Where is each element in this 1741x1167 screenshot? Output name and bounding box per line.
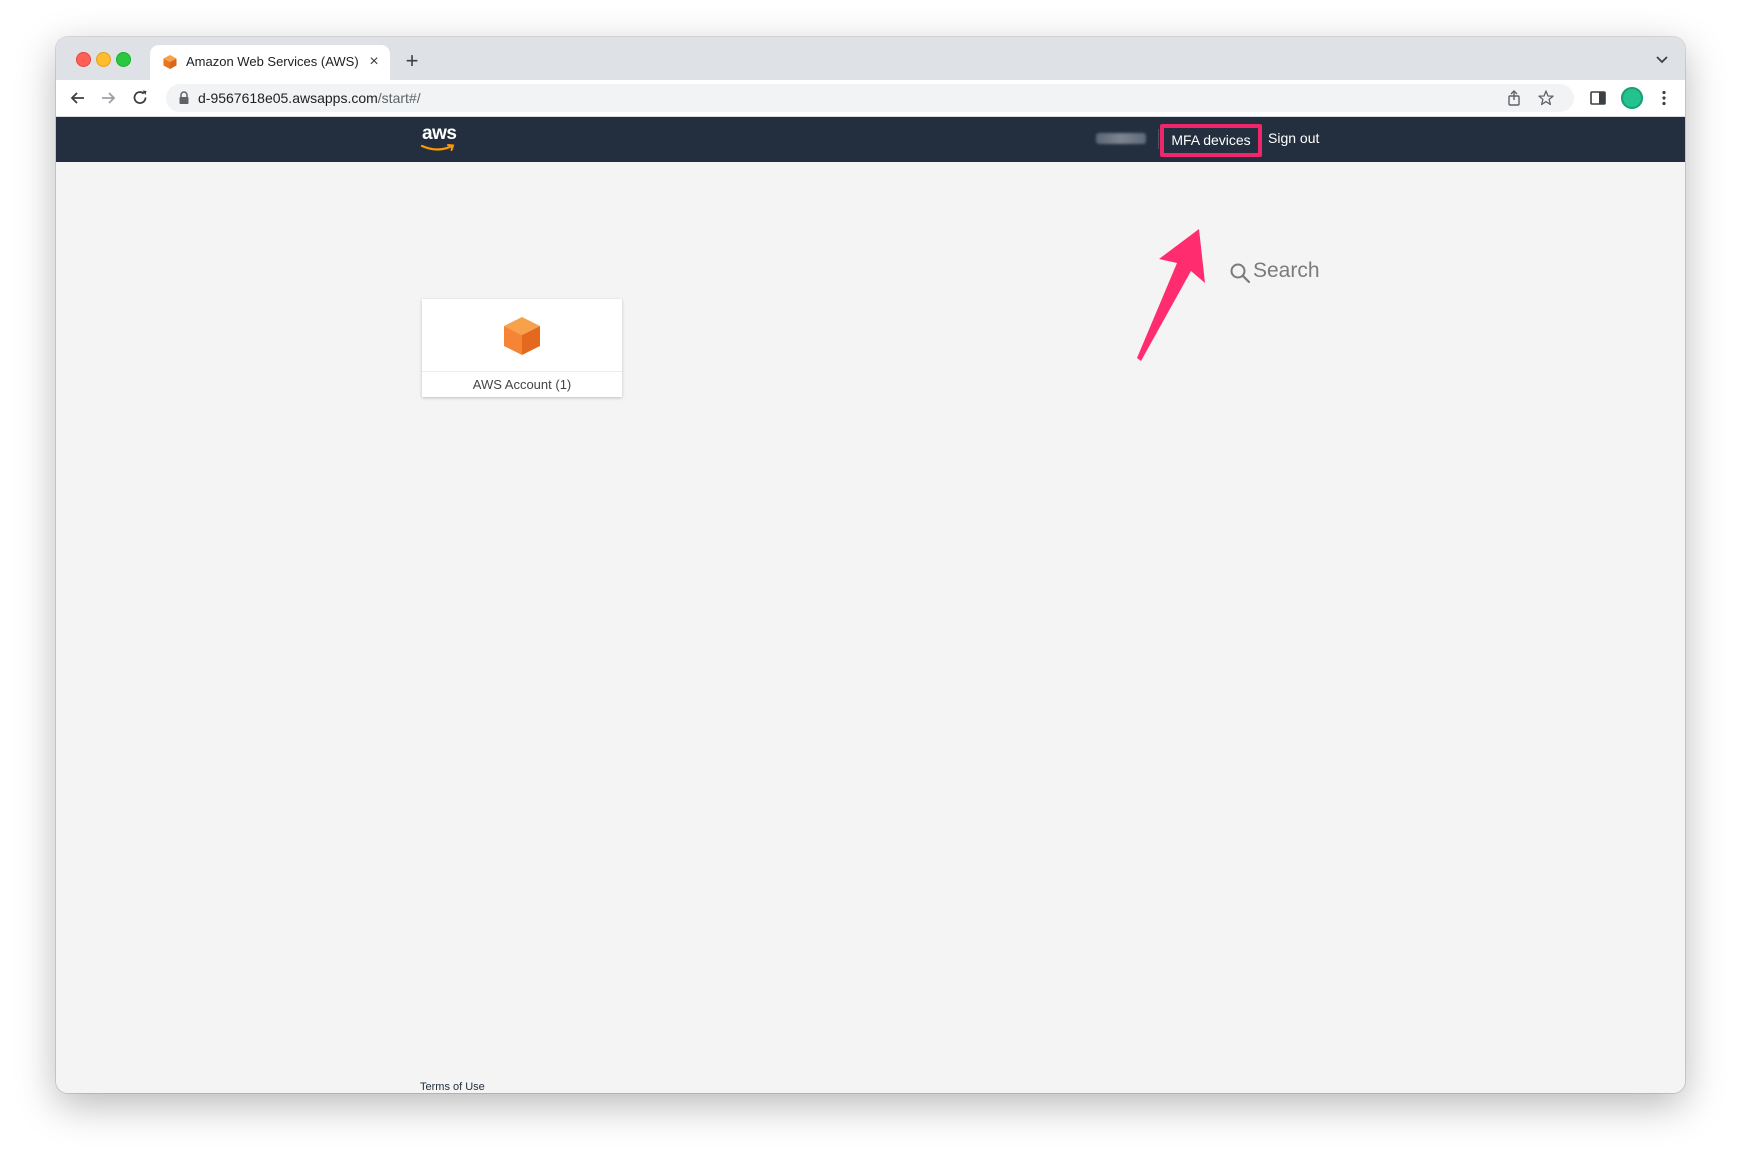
profile-avatar[interactable] [1621,87,1643,109]
close-window-button[interactable] [76,52,91,67]
search-icon [1230,263,1251,284]
url-path: /start#/ [377,90,421,106]
aws-account-cube-icon [504,317,540,355]
share-icon[interactable] [1505,89,1523,107]
aws-cube-favicon-icon [163,55,177,69]
search-label: Search [1253,259,1320,282]
tab-strip: Amazon Web Services (AWS) × + [56,37,1685,80]
more-vertical-icon[interactable] [1654,88,1674,108]
url-text: d-9567618e05.awsapps.com/start#/ [198,90,421,106]
redacted-username [1096,133,1146,144]
chevron-down-icon[interactable] [1653,51,1671,69]
header-divider [1158,129,1159,149]
aws-access-portal: aws MFA devices Sign out Search AWS Acco… [56,117,1685,1093]
address-bar[interactable]: d-9567618e05.awsapps.com/start#/ [166,84,1574,112]
bookmark-star-icon[interactable] [1537,89,1555,107]
back-arrow-icon[interactable] [68,88,88,108]
reload-icon[interactable] [130,88,150,108]
browser-window: Amazon Web Services (AWS) × + d-9567618e… [56,37,1685,1093]
forward-arrow-icon[interactable] [98,88,118,108]
search-box[interactable]: Search [1229,257,1349,287]
mfa-devices-link[interactable]: MFA devices [1160,124,1262,157]
zoom-window-button[interactable] [116,52,131,67]
url-host: d-9567618e05.awsapps.com [198,90,378,106]
tile-divider [422,371,622,372]
terms-of-use-link[interactable]: Terms of Use [420,1081,485,1093]
aws-smile-icon [420,144,455,151]
app-tile-aws-account[interactable]: AWS Account (1) [422,299,622,397]
new-tab-icon[interactable]: + [400,49,424,73]
annotation-arrow-icon [1137,229,1205,361]
tab-title: Amazon Web Services (AWS) [186,54,359,69]
aws-header: aws MFA devices Sign out [56,117,1685,162]
side-panel-icon[interactable] [1588,88,1608,108]
aws-logo[interactable]: aws [420,123,460,153]
minimize-window-button[interactable] [96,52,111,67]
browser-toolbar: d-9567618e05.awsapps.com/start#/ [56,80,1685,117]
tab-aws[interactable]: Amazon Web Services (AWS) × [150,45,390,80]
lock-icon [179,91,189,104]
sign-out-link[interactable]: Sign out [1268,130,1319,146]
app-tile-label: AWS Account (1) [472,377,572,392]
aws-logo-text: aws [422,123,457,144]
close-tab-icon[interactable]: × [364,52,384,72]
